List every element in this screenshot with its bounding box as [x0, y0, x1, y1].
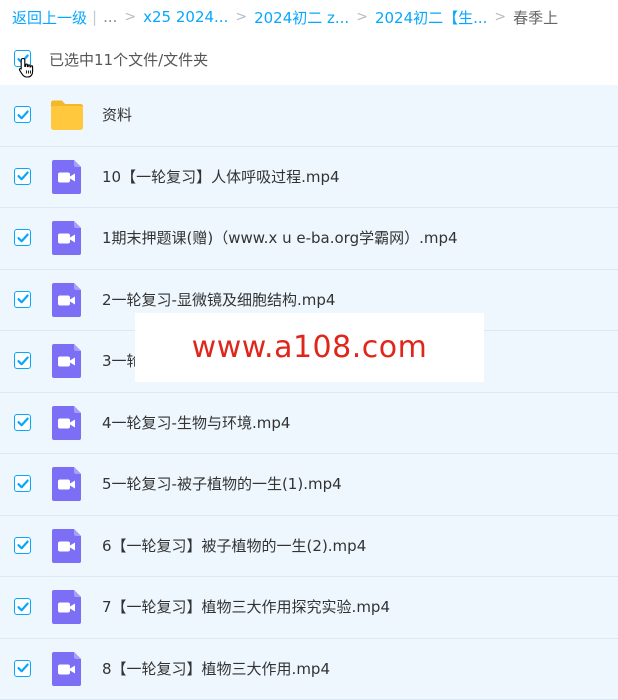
file-checkbox[interactable]: [14, 660, 31, 677]
folder-icon: [50, 97, 84, 133]
file-checkbox[interactable]: [14, 106, 31, 123]
file-name[interactable]: 7【一轮复习】植物三大作用探究实验.mp4: [102, 596, 390, 617]
breadcrumb-ellipsis[interactable]: ...: [103, 8, 117, 26]
video-file-icon: [50, 159, 84, 195]
file-name[interactable]: 5一轮复习-被子植物的一生(1).mp4: [102, 473, 342, 494]
checkmark-icon: [16, 661, 30, 675]
file-row[interactable]: 8【一轮复习】植物三大作用.mp4: [0, 639, 618, 700]
breadcrumb-divider: |: [92, 8, 97, 26]
checkmark-icon: [16, 415, 30, 429]
checkmark-icon: [16, 477, 30, 491]
chevron-right-icon: >: [494, 9, 506, 25]
video-file-icon: [50, 466, 84, 502]
checkmark-icon: [16, 538, 30, 552]
file-row[interactable]: 资料: [0, 85, 618, 147]
file-row[interactable]: 10【一轮复习】人体呼吸过程.mp4: [0, 147, 618, 209]
file-name[interactable]: 10【一轮复习】人体呼吸过程.mp4: [102, 166, 340, 187]
checkmark-icon: [16, 108, 30, 122]
breadcrumb-item[interactable]: x25 2024...: [143, 8, 228, 26]
breadcrumb-item[interactable]: 2024初二 z...: [254, 7, 349, 28]
breadcrumb-current: 春季上: [513, 7, 558, 28]
watermark-overlay: www.a108.com: [135, 313, 484, 382]
file-checkbox[interactable]: [14, 229, 31, 246]
checkmark-icon: [16, 292, 30, 306]
selection-count-text: 已选中11个文件/文件夹: [49, 49, 208, 70]
file-checkbox[interactable]: [14, 291, 31, 308]
breadcrumb-item[interactable]: 2024初二【生...: [375, 7, 487, 28]
video-file-icon: [50, 589, 84, 625]
back-link[interactable]: 返回上一级: [12, 7, 87, 28]
video-file-icon: [50, 405, 84, 441]
file-checkbox[interactable]: [14, 598, 31, 615]
checkmark-icon: [16, 169, 30, 183]
watermark-text: www.a108.com: [192, 330, 428, 365]
video-file-icon: [50, 282, 84, 318]
file-name[interactable]: 4一轮复习-生物与环境.mp4: [102, 412, 290, 433]
file-checkbox[interactable]: [14, 352, 31, 369]
file-checkbox[interactable]: [14, 168, 31, 185]
video-file-icon: [50, 220, 84, 256]
file-name[interactable]: 1期末押题课(赠)（www.x u e-ba.org学霸网）.mp4: [102, 227, 458, 248]
chevron-right-icon: >: [235, 9, 247, 25]
chevron-right-icon: >: [124, 9, 136, 25]
video-file-icon: [50, 651, 84, 687]
checkmark-icon: [16, 354, 30, 368]
file-checkbox[interactable]: [14, 537, 31, 554]
file-name[interactable]: 8【一轮复习】植物三大作用.mp4: [102, 658, 330, 679]
file-name[interactable]: 2一轮复习-显微镜及细胞结构.mp4: [102, 289, 335, 310]
video-file-icon: [50, 343, 84, 379]
file-name[interactable]: 6【一轮复习】被子植物的一生(2).mp4: [102, 535, 366, 556]
file-row[interactable]: 1期末押题课(赠)（www.x u e-ba.org学霸网）.mp4: [0, 208, 618, 270]
file-checkbox[interactable]: [14, 414, 31, 431]
selection-bar: 已选中11个文件/文件夹: [0, 44, 618, 74]
file-row[interactable]: 6【一轮复习】被子植物的一生(2).mp4: [0, 516, 618, 578]
file-checkbox[interactable]: [14, 475, 31, 492]
checkmark-icon: [16, 600, 30, 614]
file-name[interactable]: 资料: [102, 104, 132, 125]
file-row[interactable]: 5一轮复习-被子植物的一生(1).mp4: [0, 454, 618, 516]
breadcrumb: 返回上一级 | ... > x25 2024... > 2024初二 z... …: [12, 6, 558, 28]
video-file-icon: [50, 528, 84, 564]
file-row[interactable]: 7【一轮复习】植物三大作用探究实验.mp4: [0, 577, 618, 639]
hand-pointer-icon: [18, 57, 38, 79]
file-row[interactable]: 4一轮复习-生物与环境.mp4: [0, 393, 618, 455]
checkmark-icon: [16, 231, 30, 245]
file-list: 资料 10【一轮复习】人体呼吸过程.mp4 1期末押题课(赠)（www.x u e-…: [0, 85, 618, 700]
chevron-right-icon: >: [356, 9, 368, 25]
